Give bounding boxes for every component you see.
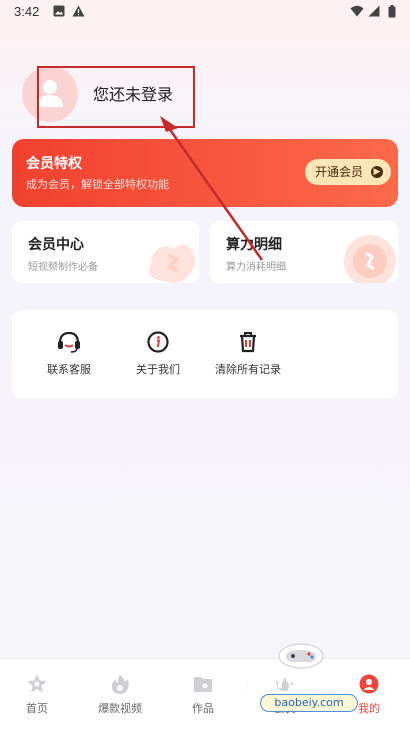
clear-records-label: 清除所有记录 (215, 363, 281, 376)
nav-works-label: 作品 (192, 702, 214, 715)
nav-home[interactable]: 首页 (26, 673, 48, 716)
member-center-title: 会员中心 (28, 237, 84, 253)
nav-home-label: 首页 (26, 702, 48, 715)
vip-title: 会员特权 (26, 156, 82, 172)
compute-decoration-icon (344, 235, 396, 283)
watermark-url: baobeiy.com (260, 694, 358, 712)
member-center-card[interactable]: 会员中心 短视频制作必备 (12, 221, 199, 283)
folder-icon (194, 677, 212, 692)
open-vip-button[interactable]: 开通会员 ▶ (305, 159, 391, 185)
status-time: 3:42 (14, 4, 40, 19)
compute-detail-subtitle: 算力消耗明细 (226, 262, 286, 273)
about-us-label: 关于我们 (136, 363, 180, 376)
photo-notification-icon (53, 5, 65, 17)
warning-icon (72, 5, 85, 17)
status-bar: 3:42 (0, 0, 410, 26)
open-vip-label: 开通会员 (315, 165, 364, 179)
trash-icon (240, 332, 256, 353)
vip-banner[interactable]: 会员特权 成为会员，解锁全部特权功能 开通会员 ▶ (12, 139, 398, 207)
tools-panel: 联系客服 关于我们 清除所有记录 (12, 310, 398, 398)
wifi-icon (350, 5, 364, 17)
signal-icon (368, 5, 380, 17)
watermark: 宝贝游戏网 baobeiy.com (232, 640, 410, 730)
contact-support-button[interactable]: 联系客服 (47, 330, 91, 377)
member-center-subtitle: 短视频制作必备 (28, 262, 98, 273)
compute-detail-card[interactable]: 算力明细 算力消耗明细 (210, 221, 398, 283)
arrow-right-icon: ▶ (371, 166, 383, 178)
annotation-highlight-box (37, 66, 195, 128)
battery-icon (388, 5, 396, 18)
nav-hot-videos-label: 爆款视频 (98, 702, 142, 715)
nav-hot-videos[interactable]: 爆款视频 (98, 673, 142, 716)
contact-support-label: 联系客服 (47, 363, 91, 376)
member-decoration-icon (149, 244, 196, 283)
star-icon (27, 674, 47, 693)
info-icon (147, 331, 169, 353)
nav-works[interactable]: 作品 (192, 673, 214, 716)
compute-detail-title: 算力明细 (226, 237, 282, 253)
flame-icon (111, 674, 129, 694)
vip-subtitle: 成为会员，解锁全部特权功能 (26, 178, 169, 191)
about-us-button[interactable]: 关于我们 (136, 330, 180, 377)
clear-records-button[interactable]: 清除所有记录 (215, 330, 281, 377)
headset-icon (58, 331, 80, 353)
